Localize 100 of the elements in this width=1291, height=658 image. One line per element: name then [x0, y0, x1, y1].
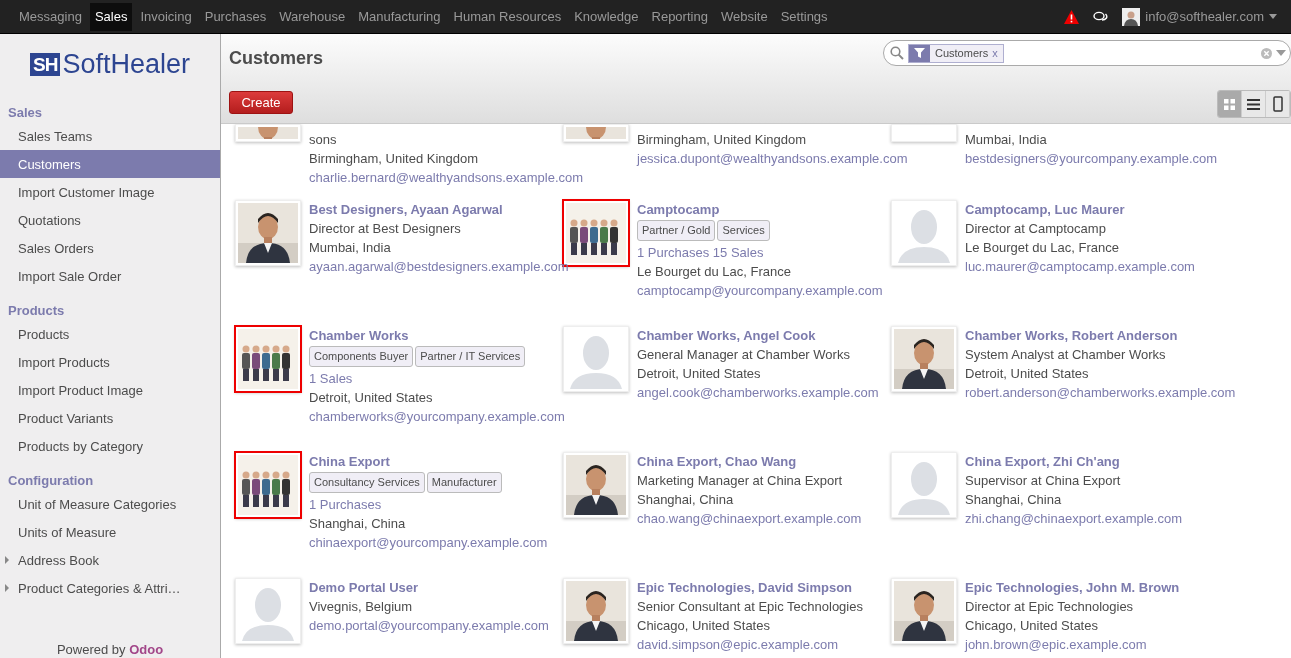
customer-name[interactable]: Chamber Works, Angel Cook — [637, 326, 879, 345]
menu-item[interactable]: Manufacturing — [353, 2, 446, 31]
email-link[interactable]: ayaan.agarwal@bestdesigners.example.com — [309, 257, 569, 276]
customer-detail: Mumbai, India — [309, 239, 392, 257]
email-link[interactable]: bestdesigners@yourcompany.example.com — [965, 149, 1218, 168]
sidebar-item[interactable]: Products — [0, 320, 220, 348]
email-link[interactable]: demo.portal@yourcompany.example.com — [309, 616, 549, 635]
menu-item[interactable]: Knowledge — [569, 2, 644, 31]
email-link[interactable]: luc.maurer@camptocamp.example.com — [965, 257, 1195, 276]
customer-detail: Detroit, United States — [637, 365, 762, 383]
customer-detail: Director at Epic Technologies — [965, 598, 1135, 616]
customer-detail: System Analyst at Chamber Works — [965, 346, 1167, 364]
menu-item[interactable]: Invoicing — [135, 2, 197, 31]
menu-item[interactable]: Purchases — [199, 2, 272, 31]
email-link[interactable]: john.brown@epic.example.com — [965, 635, 1147, 654]
email-link[interactable]: charlie.bernard@wealthyandsons.example.com — [309, 168, 584, 187]
customer-name[interactable]: Camptocamp — [637, 200, 883, 219]
view-switch-button[interactable] — [1242, 91, 1266, 117]
customer-detail: Senior Consultant at Epic Technologies — [637, 598, 863, 616]
email-link[interactable]: david.simpson@epic.example.com — [637, 635, 839, 654]
stats-link[interactable]: 1 Purchases — [309, 495, 548, 514]
logo-text: SoftHealer — [62, 50, 190, 78]
sidebar-item[interactable]: Product Categories & Attri… — [0, 574, 220, 602]
customer-name[interactable]: Chamber Works, Robert Anderson — [965, 326, 1219, 345]
user-email[interactable]: info@softhealer.com — [1145, 9, 1264, 24]
expand-triangle-icon[interactable] — [5, 584, 9, 592]
customer-detail: Detroit, United States — [965, 365, 1090, 383]
customer-detail: Chicago, United States — [637, 617, 771, 635]
customer-name[interactable]: Chamber Works — [309, 326, 563, 345]
chat-icon[interactable] — [1093, 10, 1109, 23]
sidebar-section-title: Configuration — [7, 472, 95, 490]
sidebar-item[interactable]: Sales Teams — [0, 122, 220, 150]
menu-item[interactable]: Warehouse — [274, 2, 351, 31]
customer-name[interactable]: Epic Technologies, John M. Brown — [965, 578, 1180, 597]
sidebar-item[interactable]: Unit of Measure Categories — [0, 490, 220, 518]
customer-detail: Director at Camptocamp — [965, 220, 1107, 238]
search-icon — [890, 46, 904, 60]
customer-detail: Detroit, United States — [309, 389, 434, 407]
filter-facet[interactable]: Customers x — [908, 43, 1004, 63]
remove-facet-button[interactable]: x — [988, 47, 1003, 59]
email-link[interactable]: robert.anderson@chamberworks.example.com — [965, 383, 1236, 402]
customer-detail: Chicago, United States — [965, 617, 1099, 635]
sidebar-item[interactable]: Customers — [0, 150, 220, 178]
menu-item[interactable]: Reporting — [646, 2, 713, 31]
customer-detail: Le Bourget du Lac, France — [637, 263, 792, 281]
dropdown-caret-icon[interactable] — [1276, 50, 1286, 56]
caret-icon[interactable] — [1269, 14, 1277, 19]
email-link[interactable]: chamberworks@yourcompany.example.com — [309, 407, 565, 426]
stats-link[interactable]: 1 Purchases 15 Sales — [637, 243, 883, 262]
powered-by-text: Powered by Odoo — [55, 642, 165, 658]
view-switch-button[interactable] — [1218, 91, 1242, 117]
sidebar-item[interactable]: Products by Category — [0, 432, 220, 460]
customer-name[interactable]: China Export — [309, 452, 548, 471]
warning-icon[interactable] — [1064, 9, 1080, 24]
customer-detail: Director at Best Designers — [309, 220, 462, 238]
email-link[interactable]: camptocamp@yourcompany.example.com — [637, 281, 883, 300]
avatar-icon[interactable] — [1122, 7, 1141, 26]
create-button[interactable]: Create — [229, 91, 293, 114]
customer-detail: Supervisor at China Export — [965, 472, 1122, 490]
sidebar-item[interactable]: Quotations — [0, 206, 220, 234]
sidebar-item[interactable]: Import Customer Image — [0, 178, 220, 206]
search-field[interactable]: Customers x — [883, 40, 1291, 66]
customer-name[interactable]: Best Designers, Ayaan Agarwal — [309, 200, 563, 219]
customer-detail: sons — [309, 131, 338, 149]
menu-item[interactable]: Settings — [775, 2, 833, 31]
customer-detail: Le Bourget du Lac, France — [965, 239, 1120, 257]
form-view-icon — [1272, 96, 1283, 112]
menu-item[interactable]: Website — [715, 2, 773, 31]
email-link[interactable]: chao.wang@chinaexport.example.com — [637, 509, 862, 528]
customer-name[interactable]: Epic Technologies, David Simpson — [637, 578, 863, 597]
menu-item[interactable]: Human Resources — [448, 2, 567, 31]
email-link[interactable]: chinaexport@yourcompany.example.com — [309, 533, 548, 552]
customer-name[interactable]: China Export, Chao Wang — [637, 452, 862, 471]
email-link[interactable]: angel.cook@chamberworks.example.com — [637, 383, 879, 402]
sidebar-item[interactable]: Product Variants — [0, 404, 220, 432]
customer-detail: Marketing Manager at China Export — [637, 472, 844, 490]
stats-link[interactable]: 1 Sales — [309, 369, 563, 388]
sidebar-item[interactable]: Import Products — [0, 348, 220, 376]
email-link[interactable]: zhi.chang@chinaexport.example.com — [965, 509, 1182, 528]
menu-item[interactable]: Sales — [89, 2, 133, 31]
customer-name[interactable]: Camptocamp, Luc Maurer — [965, 200, 1195, 219]
customer-detail: General Manager at Chamber Works — [637, 346, 851, 364]
category-tag: Consultancy Services — [309, 472, 425, 493]
expand-triangle-icon[interactable] — [5, 556, 9, 564]
sidebar-item[interactable]: Address Book — [0, 546, 220, 574]
customer-name[interactable]: China Export, Zhi Ch'ang — [965, 452, 1182, 471]
sidebar-section-title: Sales — [7, 104, 43, 122]
view-switch-button[interactable] — [1266, 91, 1290, 117]
sidebar-item[interactable]: Import Sale Order — [0, 262, 220, 290]
sidebar-item[interactable]: Sales Orders — [0, 234, 220, 262]
menu-item[interactable]: Messaging — [14, 2, 87, 31]
sidebar-section-title: Products — [7, 302, 66, 320]
sidebar-item[interactable]: Units of Measure — [0, 518, 220, 546]
customer-name[interactable]: Demo Portal User — [309, 578, 549, 597]
category-tag: Manufacturer — [426, 472, 502, 493]
email-link[interactable]: jessica.dupont@wealthyandsons.example.com — [637, 149, 908, 168]
category-tag: Services — [717, 220, 770, 241]
sidebar-item[interactable]: Import Product Image — [0, 376, 220, 404]
filter-icon — [914, 48, 925, 58]
page-title: Customers — [229, 47, 325, 70]
